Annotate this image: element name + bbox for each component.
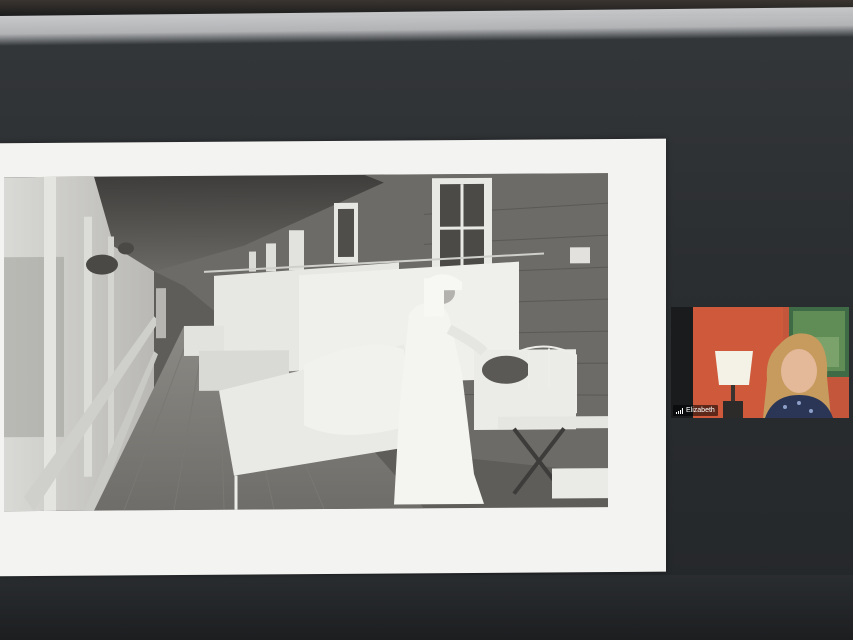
participant-video-tile[interactable]: Elizabeth [671, 307, 849, 418]
shared-photo [4, 173, 608, 512]
participant-video [693, 307, 849, 418]
participant-name: Elizabeth [686, 407, 715, 414]
participant-name-label: Elizabeth [673, 405, 718, 416]
shared-slide[interactable] [0, 138, 666, 577]
screen-bottom-area [0, 575, 853, 640]
signal-bars-icon [676, 407, 683, 414]
